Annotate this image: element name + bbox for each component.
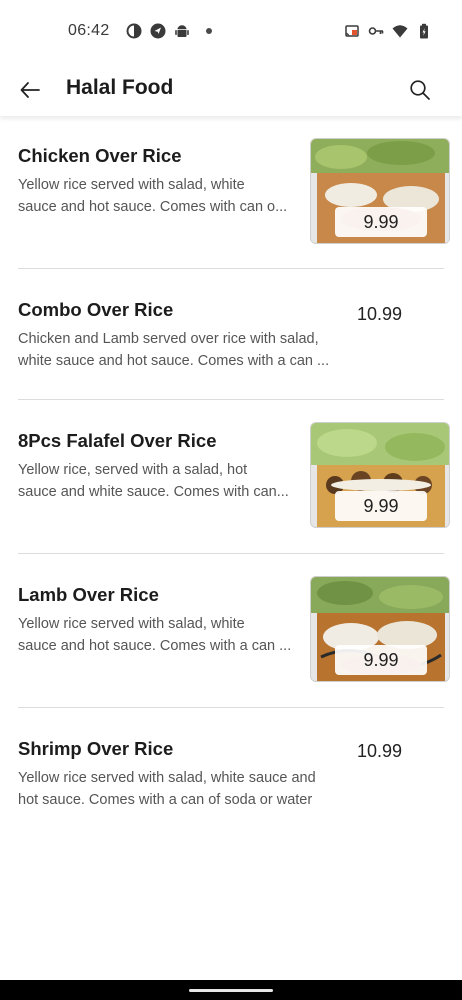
item-name: Chicken Over Rice <box>18 145 182 166</box>
vpn-key-icon <box>368 27 384 35</box>
item-price: 9.99 <box>335 645 427 675</box>
status-time: 06:42 <box>68 22 110 39</box>
item-name: Combo Over Rice <box>18 299 174 320</box>
item-description-line-1: Chicken and Lamb served over rice with s… <box>18 331 319 347</box>
item-description-line-2: sauce and hot sauce. Comes with can o... <box>18 199 288 215</box>
page-title: Halal Food <box>66 76 174 99</box>
arrow-left-icon <box>20 82 40 98</box>
nav-arrow-icon <box>150 23 166 39</box>
menu-item-combo-over-rice[interactable]: Combo Over Rice Chicken and Lamb served … <box>18 269 444 400</box>
item-name: 8Pcs Falafel Over Rice <box>18 430 217 451</box>
android-icon <box>175 25 189 37</box>
item-image: 9.99 <box>310 422 450 528</box>
item-description-line-2: sauce and white sauce. Comes with can... <box>18 484 289 500</box>
menu-item-chicken-over-rice[interactable]: Chicken Over Rice Yellow rice served wit… <box>18 116 450 269</box>
circle-half-icon <box>126 23 142 39</box>
menu-list: Chicken Over Rice Yellow rice served wit… <box>0 116 462 828</box>
menu-item-falafel-over-rice[interactable]: 8Pcs Falafel Over Rice Yellow rice, serv… <box>18 400 450 554</box>
menu-item-shrimp-over-rice[interactable]: Shrimp Over Rice Yellow rice served with… <box>18 708 444 828</box>
item-description-line-2: hot sauce. Comes with a can of soda or w… <box>18 792 313 808</box>
item-price: 10.99 <box>356 304 402 324</box>
menu-item-lamb-over-rice[interactable]: Lamb Over Rice Yellow rice served with s… <box>18 554 450 708</box>
item-name: Lamb Over Rice <box>18 584 159 605</box>
search-button[interactable] <box>404 74 436 106</box>
status-bar: 06:42 <box>0 0 462 64</box>
item-name: Shrimp Over Rice <box>18 738 174 759</box>
item-price: 9.99 <box>335 207 427 237</box>
status-system-icons <box>344 23 432 39</box>
item-price: 9.99 <box>335 491 427 521</box>
item-price: 10.99 <box>356 741 402 761</box>
item-description-line-1: Yellow rice served with salad, white sau… <box>18 770 316 786</box>
status-notification-icons <box>126 23 212 39</box>
cast-icon <box>345 25 359 37</box>
item-description-line-1: Yellow rice, served with a salad, hot <box>18 462 248 478</box>
wifi-icon <box>392 25 408 38</box>
item-description-line-1: Yellow rice served with salad, white <box>18 177 245 193</box>
item-description-line-1: Yellow rice served with salad, white <box>18 616 245 632</box>
home-gesture-handle[interactable] <box>189 989 273 992</box>
item-image: 9.99 <box>310 138 450 244</box>
app-bar: Halal Food <box>0 64 462 116</box>
battery-icon <box>420 23 428 39</box>
system-navigation-bar <box>0 980 462 1000</box>
item-description-line-2: sauce and hot sauce. Comes with a can ..… <box>18 638 292 654</box>
back-button[interactable] <box>14 74 46 106</box>
item-description-line-2: white sauce and hot sauce. Comes with a … <box>18 353 330 369</box>
item-image: 9.99 <box>310 576 450 682</box>
search-icon <box>410 80 430 100</box>
more-notifications-dot <box>206 28 212 34</box>
